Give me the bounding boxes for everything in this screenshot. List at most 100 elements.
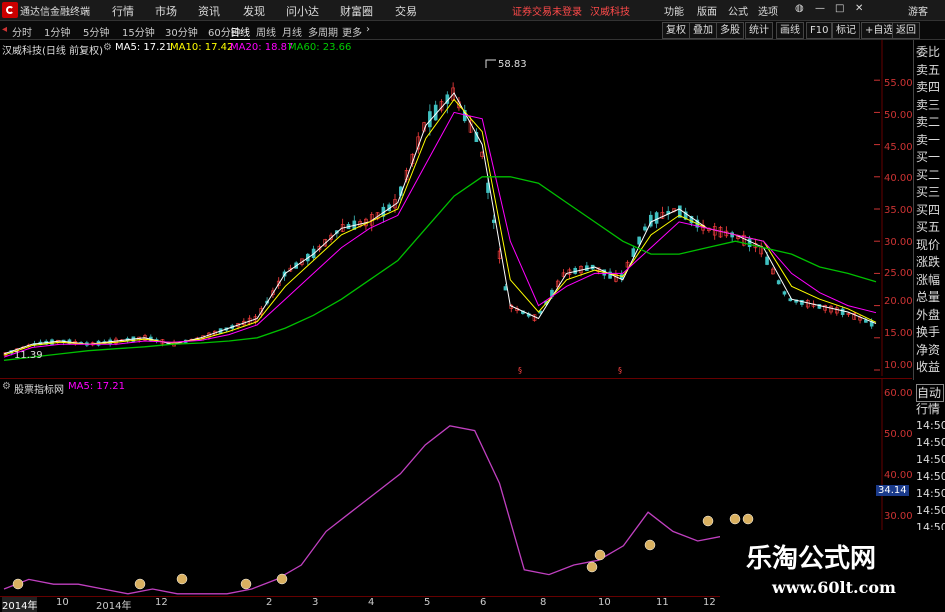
back-arrow-icon[interactable]: ◂ — [2, 24, 7, 35]
menu-item-discover[interactable]: 发现 — [243, 3, 265, 19]
candlestick — [805, 298, 810, 309]
candlestick — [846, 312, 851, 318]
auto-quote-toggle[interactable]: 行情 — [916, 401, 945, 417]
close-icon[interactable]: ✕ — [855, 3, 863, 14]
candlestick — [451, 82, 455, 101]
btn-overlay[interactable]: 叠加 — [689, 22, 717, 39]
quote-row-label: 卖四 — [916, 80, 941, 94]
menu-item-wealth[interactable]: 财富圈 — [340, 3, 373, 19]
money-bag-icon — [176, 573, 188, 585]
ma10-label: MA10: 17.42 — [170, 42, 234, 53]
y-tick: 10.00 — [884, 360, 913, 371]
candlestick — [823, 304, 827, 314]
maximize-icon[interactable]: □ — [835, 3, 844, 14]
candlestick — [433, 100, 438, 121]
guest-label[interactable]: 游客 — [908, 3, 928, 18]
sub-y-tick: 40.00 — [884, 470, 913, 481]
ma-line-ma60 — [3, 176, 877, 361]
sub-y-tick: 50.00 — [884, 429, 913, 440]
date-label: 4 — [368, 597, 375, 608]
more-chevron-icon[interactable]: › — [366, 24, 370, 35]
trade-login-notice[interactable]: 证券交易未登录 — [512, 3, 582, 18]
candlestick — [643, 223, 647, 232]
money-bag-icon — [586, 561, 598, 573]
btn-fuquan[interactable]: 复权 — [662, 22, 690, 39]
quote-row-label: 买四 — [916, 202, 941, 217]
money-bag-icon — [742, 513, 754, 525]
period-5min[interactable]: 5分钟 — [83, 24, 109, 39]
date-label: 6 — [480, 597, 487, 608]
btn-stats[interactable]: 统计 — [745, 22, 773, 39]
date-label: 11 — [656, 597, 669, 608]
candlestick — [730, 230, 734, 243]
btn-mark[interactable]: 标记 — [832, 22, 860, 39]
btn-back[interactable]: 返回 — [892, 22, 920, 39]
candlestick — [346, 221, 351, 230]
high-price-label: 58.83 — [498, 59, 527, 70]
minimize-icon[interactable]: — — [815, 3, 825, 14]
period-more[interactable]: 更多 — [342, 24, 362, 39]
indicator-gear-icon[interactable]: ⚙ — [2, 381, 11, 392]
menu-item-formula[interactable]: 公式 — [728, 3, 748, 18]
date-label: 12 — [155, 597, 168, 608]
menu-item-news[interactable]: 资讯 — [198, 3, 220, 19]
indicator-line — [3, 425, 773, 595]
time-row-label: 14:50 — [916, 436, 945, 449]
period-weekly[interactable]: 周线 — [256, 24, 276, 39]
app-title: 通达信金融终端 — [20, 7, 90, 18]
period-1min[interactable]: 1分钟 — [44, 24, 70, 39]
menu-item-function[interactable]: 功能 — [664, 3, 684, 18]
money-bag-icon — [594, 549, 606, 561]
stock-name-link[interactable]: 汉威科技 — [590, 3, 630, 18]
btn-multi-stock[interactable]: 多股 — [716, 22, 744, 39]
candlestick — [573, 266, 578, 275]
kline-chart[interactable]: § § — [0, 40, 912, 376]
y-tick: 25.00 — [884, 268, 913, 279]
y-tick: 20.00 — [884, 296, 913, 307]
y-tick: 45.00 — [884, 142, 913, 153]
period-multi[interactable]: 多周期 — [308, 24, 338, 39]
watermark-url: www.60lt.com — [772, 578, 896, 597]
period-15min[interactable]: 15分钟 — [122, 24, 155, 39]
candlestick — [759, 242, 764, 258]
menu-item-hangqing[interactable]: 行情 — [112, 3, 134, 19]
period-fenshi[interactable]: 分时 — [12, 24, 32, 39]
date-label: 3 — [312, 597, 319, 608]
money-bag-icon — [729, 513, 741, 525]
period-30min[interactable]: 30分钟 — [165, 24, 198, 39]
menu-item-market[interactable]: 市场 — [155, 3, 177, 19]
time-row-label: 14:50 — [916, 504, 945, 517]
signal-marker-icon: § — [618, 366, 622, 375]
quote-row-label: 买二 — [916, 167, 941, 182]
time-row-label: 14:50 — [916, 470, 945, 483]
main-kline-panel[interactable]: § § — [0, 40, 912, 376]
period-daily[interactable]: 日线 — [230, 24, 250, 40]
time-row-label: 14:50 — [916, 419, 945, 432]
btn-f10[interactable]: F10 — [806, 22, 833, 39]
btn-draw-line[interactable]: 画线 — [776, 22, 804, 39]
quote-row-label: 换手 — [916, 325, 941, 339]
date-label: 5 — [424, 597, 431, 608]
time-row-label: 14:50 — [916, 487, 945, 500]
auto-quote-toggle[interactable]: 自动 — [916, 384, 944, 402]
quote-row-label: 涨幅 — [916, 272, 941, 287]
y-tick: 15.00 — [884, 328, 913, 339]
ma60-label: MA60: 23.66 — [288, 42, 352, 53]
candlestick — [776, 279, 781, 285]
menu-item-layout[interactable]: 版面 — [697, 3, 717, 18]
period-monthly[interactable]: 月线 — [282, 24, 302, 39]
high-marker — [485, 59, 496, 68]
menu-item-options[interactable]: 选项 — [758, 3, 778, 18]
sub-y-tick: 30.00 — [884, 511, 913, 522]
time-row-label: 14:50 — [916, 453, 945, 466]
money-bag-icon — [276, 573, 288, 585]
menu-item-xiaoda[interactable]: 问小达 — [286, 3, 319, 19]
menu-item-trade[interactable]: 交易 — [395, 3, 417, 19]
pin-icon[interactable]: ◍ — [795, 3, 804, 14]
date-label: 10 — [598, 597, 611, 608]
quote-row-label: 净资 — [916, 342, 941, 357]
watermark: 乐淘公式网 www.60lt.com — [720, 530, 945, 609]
current-value-badge: 34.14 — [876, 485, 909, 496]
candlestick — [340, 218, 345, 233]
settings-gear-icon[interactable]: ⚙ — [103, 42, 112, 53]
